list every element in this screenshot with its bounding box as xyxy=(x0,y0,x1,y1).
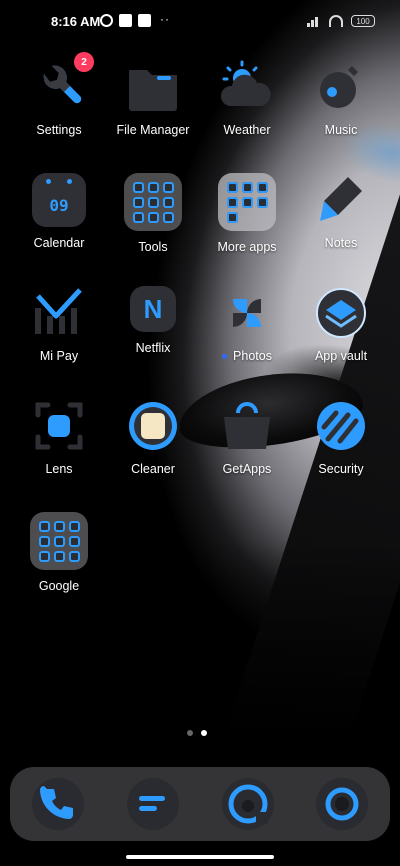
home-indicator[interactable] xyxy=(126,855,274,859)
app-photos[interactable]: Photos xyxy=(200,286,294,363)
status-time: 8:16 AM xyxy=(51,14,101,29)
calendar-icon: 09 xyxy=(32,173,86,227)
app-cleaner[interactable]: Cleaner xyxy=(106,399,200,476)
page-indicator[interactable] xyxy=(187,730,207,736)
app-netflix[interactable]: N Netflix xyxy=(106,286,200,355)
mi-pay-icon xyxy=(32,286,86,340)
camera-icon[interactable] xyxy=(316,778,368,830)
app-label: File Manager xyxy=(116,123,190,137)
browser-icon[interactable] xyxy=(222,778,274,830)
pencil-icon xyxy=(314,173,368,227)
tools-folder-icon xyxy=(124,173,182,231)
messages-icon[interactable] xyxy=(127,778,179,830)
google-folder-icon xyxy=(30,512,88,570)
calendar-date: 09 xyxy=(49,195,69,215)
app-weather[interactable]: Weather xyxy=(200,60,294,137)
folder-icon xyxy=(126,60,180,114)
security-icon xyxy=(314,399,368,453)
app-getapps[interactable]: GetApps xyxy=(200,399,294,476)
dock xyxy=(10,767,390,841)
more-apps-folder-icon xyxy=(218,173,276,231)
app-label: App vault xyxy=(314,349,368,363)
app-file-manager[interactable]: File Manager xyxy=(106,60,200,137)
weather-icon xyxy=(220,60,274,114)
app-label: Weather xyxy=(223,123,271,137)
app-label: Calendar xyxy=(33,236,85,250)
app-settings[interactable]: 2 Settings xyxy=(12,52,106,137)
page-dot[interactable] xyxy=(187,730,193,736)
app-label: More apps xyxy=(217,240,277,254)
app-mi-pay[interactable]: Mi Pay xyxy=(12,286,106,363)
app-app-vault[interactable]: App vault xyxy=(294,286,388,363)
cleaner-icon xyxy=(126,399,180,453)
app-label: Google xyxy=(38,579,80,593)
lens-icon xyxy=(32,399,86,453)
folder-more-apps[interactable]: More apps xyxy=(200,173,294,254)
music-icon xyxy=(314,60,368,114)
more-notifications-icon: ·· xyxy=(160,12,170,26)
app-vault-icon xyxy=(314,286,368,340)
new-install-dot xyxy=(222,354,228,360)
wrench-icon: 2 xyxy=(32,52,94,114)
app-label: Lens xyxy=(45,462,73,476)
app-label: Netflix xyxy=(135,341,171,355)
app-label: Settings xyxy=(36,123,82,137)
battery-icon: 100 xyxy=(351,15,375,27)
status-bar: 8:16 AM ·· 100 xyxy=(0,0,400,44)
app-calendar[interactable]: 09 Calendar xyxy=(12,173,106,250)
folder-tools[interactable]: Tools xyxy=(106,173,200,254)
upload-notification-icon xyxy=(138,14,151,27)
app-label: Notes xyxy=(324,236,358,250)
app-label: Mi Pay xyxy=(39,349,79,363)
signal-icon xyxy=(307,15,321,27)
app-label: Cleaner xyxy=(131,462,175,476)
wifi-icon xyxy=(329,15,343,27)
app-label-text: Photos xyxy=(233,349,272,363)
app-label: GetApps xyxy=(222,462,272,476)
app-label: Music xyxy=(324,123,358,137)
app-label: Photos xyxy=(200,349,294,363)
phone-icon[interactable] xyxy=(32,778,84,830)
netflix-letter: N xyxy=(143,293,163,324)
getapps-icon xyxy=(220,399,274,453)
app-lens[interactable]: Lens xyxy=(12,399,106,476)
photos-icon xyxy=(220,286,274,340)
battery-level: 100 xyxy=(356,16,370,26)
app-music[interactable]: Music xyxy=(294,60,388,137)
notification-badge: 2 xyxy=(74,52,94,72)
app-notes[interactable]: Notes xyxy=(294,173,388,250)
app-security[interactable]: Security xyxy=(294,399,388,476)
app-label: Security xyxy=(318,462,364,476)
netflix-icon: N xyxy=(130,286,176,332)
sync-status-icon xyxy=(100,14,113,27)
app-label: Tools xyxy=(138,240,168,254)
folder-google[interactable]: Google xyxy=(12,512,106,593)
page-dot-active[interactable] xyxy=(201,730,207,736)
notification-icon xyxy=(119,14,132,27)
